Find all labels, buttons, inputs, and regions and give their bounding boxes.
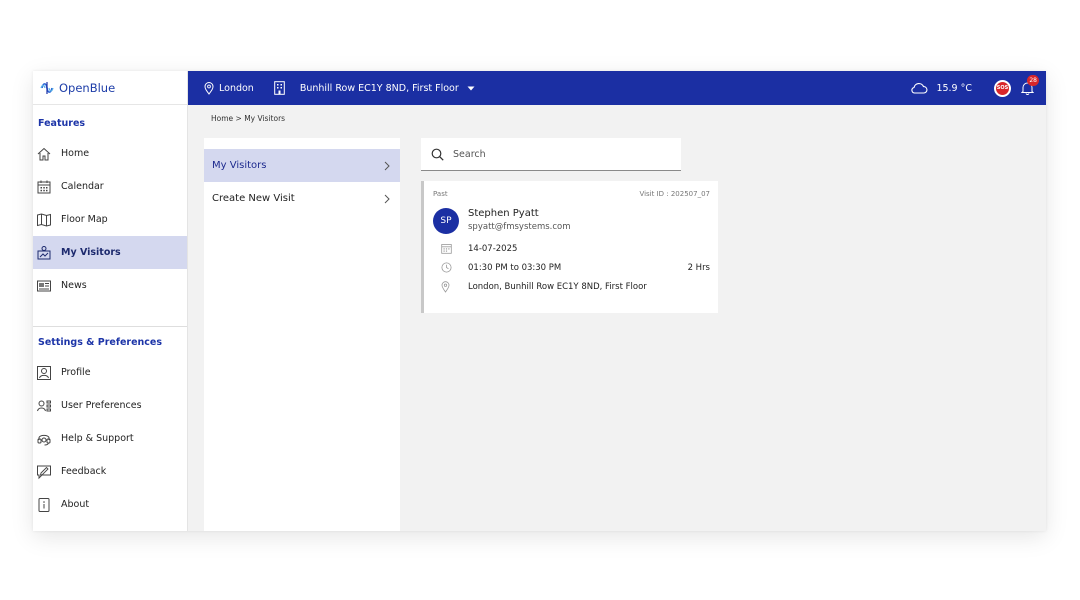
- settings-section-title: Settings & Preferences: [38, 337, 163, 348]
- breadcrumb[interactable]: Home > My Visitors: [211, 114, 285, 123]
- visitor-email: spyatt@fmsystems.com: [468, 222, 571, 232]
- sos-button[interactable]: SOS: [994, 79, 1011, 97]
- chevron-right-icon: [384, 161, 390, 171]
- sidebar-item-my-visitors[interactable]: My Visitors: [33, 236, 187, 269]
- about-icon: [36, 497, 52, 513]
- sidebar-item-label: User Preferences: [61, 400, 142, 411]
- visitor-info: SP Stephen Pyatt spyatt@fmsystems.com: [424, 208, 718, 234]
- search-icon: [431, 148, 444, 161]
- home-icon: [36, 146, 52, 162]
- sidebar-item-profile[interactable]: Profile: [33, 356, 187, 389]
- search-input[interactable]: [453, 148, 653, 160]
- location-pin-icon: [441, 280, 455, 293]
- building-selector[interactable]: Bunhill Row EC1Y 8ND, First Floor: [274, 81, 475, 95]
- calendar-icon: [441, 243, 455, 254]
- submenu-item-label: Create New Visit: [212, 193, 295, 204]
- notification-count-badge: 28: [1027, 75, 1039, 86]
- app-window: OpenBlue Features Home Calendar Floor Ma…: [33, 71, 1046, 531]
- sidebar-item-label: Home: [61, 148, 90, 159]
- submenu-item-label: My Visitors: [212, 160, 267, 171]
- top-bar: London Bunhill Row EC1Y 8ND, First Floor…: [188, 71, 1046, 105]
- sidebar: OpenBlue Features Home Calendar Floor Ma…: [33, 71, 188, 531]
- user-preferences-icon: [36, 398, 52, 414]
- calendar-icon: [36, 179, 52, 195]
- location-selector[interactable]: London: [204, 81, 254, 95]
- sidebar-divider: [33, 326, 187, 327]
- visit-duration: 2 Hrs: [687, 262, 710, 273]
- building-icon: [274, 81, 285, 95]
- profile-icon: [36, 365, 52, 381]
- sidebar-item-about[interactable]: About: [33, 488, 187, 521]
- building-label: Bunhill Row EC1Y 8ND, First Floor: [299, 82, 459, 94]
- sidebar-item-home[interactable]: Home: [33, 137, 187, 170]
- weather: 15.9 °C: [910, 82, 972, 94]
- sidebar-item-user-preferences[interactable]: User Preferences: [33, 389, 187, 422]
- chevron-right-icon: [384, 194, 390, 204]
- visit-date-row: 14-07-2025: [424, 239, 718, 258]
- search-box: [421, 138, 681, 171]
- notifications-button[interactable]: 28: [1021, 75, 1039, 95]
- cloud-icon: [910, 82, 928, 94]
- feedback-icon: [36, 464, 52, 480]
- sidebar-item-help-support[interactable]: Help & Support: [33, 422, 187, 455]
- brand-name: OpenBlue: [59, 80, 116, 95]
- avatar: SP: [433, 208, 459, 234]
- temperature: 15.9 °C: [936, 82, 972, 94]
- sidebar-item-calendar[interactable]: Calendar: [33, 170, 187, 203]
- sidebar-item-floor-map[interactable]: Floor Map: [33, 203, 187, 236]
- location-label: London: [219, 82, 254, 94]
- caret-down-icon: [467, 86, 475, 91]
- visit-id: Visit ID : 202507_07: [639, 190, 710, 198]
- sidebar-item-label: Floor Map: [61, 214, 108, 225]
- visit-date: 14-07-2025: [468, 243, 518, 254]
- visit-location: London, Bunhill Row EC1Y 8ND, First Floo…: [468, 281, 647, 292]
- sidebar-item-label: Help & Support: [61, 433, 134, 444]
- clock-icon: [441, 262, 455, 273]
- visitors-icon: [36, 245, 52, 261]
- visit-time-row: 01:30 PM to 03:30 PM 2 Hrs: [424, 258, 718, 277]
- visitor-name: Stephen Pyatt: [468, 208, 539, 219]
- sidebar-item-feedback[interactable]: Feedback: [33, 455, 187, 488]
- visitors-submenu: My Visitors Create New Visit: [204, 138, 400, 531]
- visit-status: Past: [433, 190, 448, 198]
- submenu-item-create-new-visit[interactable]: Create New Visit: [204, 182, 400, 215]
- brand[interactable]: OpenBlue: [33, 71, 187, 105]
- news-icon: [36, 278, 52, 294]
- visit-time: 01:30 PM to 03:30 PM: [468, 262, 562, 273]
- visit-location-row: London, Bunhill Row EC1Y 8ND, First Floo…: [424, 277, 718, 296]
- submenu-item-my-visitors[interactable]: My Visitors: [204, 149, 400, 182]
- features-section-title: Features: [38, 118, 86, 129]
- sidebar-item-label: News: [61, 280, 87, 291]
- location-pin-icon: [204, 81, 214, 95]
- sidebar-item-label: Feedback: [61, 466, 107, 477]
- topbar-right: 15.9 °C SOS 28: [910, 75, 1046, 97]
- floor-map-icon: [36, 212, 52, 228]
- sidebar-item-label: Profile: [61, 367, 91, 378]
- visit-card-header: Past Visit ID : 202507_07: [424, 181, 718, 198]
- openblue-logo-icon: [40, 81, 54, 94]
- sidebar-item-label: Calendar: [61, 181, 104, 192]
- sidebar-item-label: My Visitors: [61, 247, 121, 258]
- sidebar-item-label: About: [61, 499, 90, 510]
- headset-icon: [36, 431, 52, 447]
- visit-card[interactable]: Past Visit ID : 202507_07 SP Stephen Pya…: [421, 181, 718, 313]
- sidebar-item-news[interactable]: News: [33, 269, 187, 302]
